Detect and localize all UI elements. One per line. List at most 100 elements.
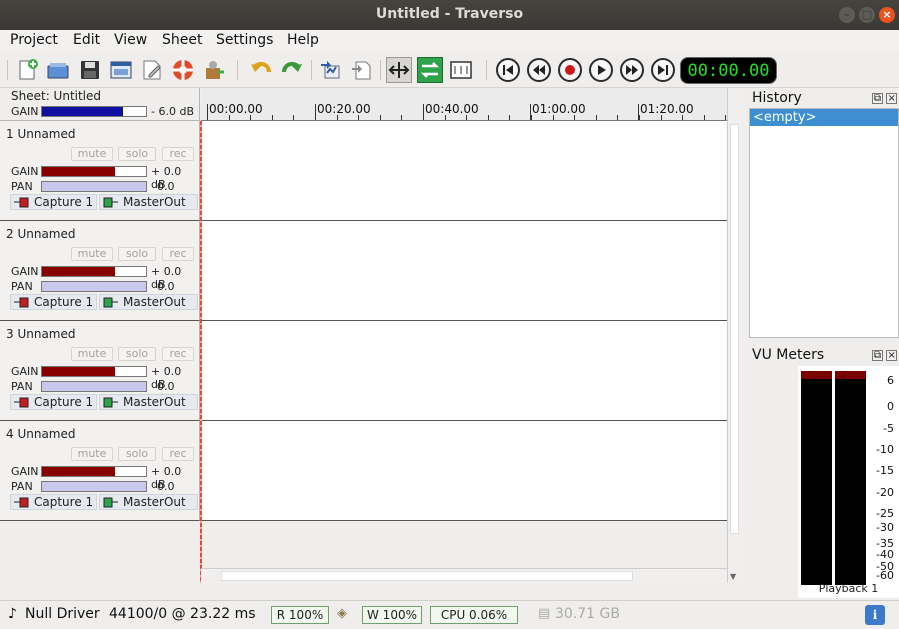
track-name[interactable]: 4 Unnamed <box>6 427 76 441</box>
track-lane[interactable] <box>201 321 727 421</box>
sheet-gain-slider[interactable] <box>41 106 147 117</box>
fast-forward-button[interactable] <box>620 58 644 82</box>
track-pan-slider[interactable] <box>41 281 147 292</box>
input-port-button[interactable]: Capture 1 <box>10 194 97 210</box>
menu-edit[interactable]: Edit <box>73 32 100 48</box>
mute-button[interactable]: mute <box>71 247 113 261</box>
minimize-button[interactable]: – <box>839 7 855 23</box>
vu-scale-label: -15 <box>876 464 894 477</box>
float-icon[interactable]: ⧉ <box>872 93 883 104</box>
mute-button[interactable]: mute <box>71 347 113 361</box>
track-pan-slider[interactable] <box>41 181 147 192</box>
track-gain-slider[interactable] <box>41 266 147 277</box>
menu-help[interactable]: Help <box>287 32 319 48</box>
input-port-button[interactable]: Capture 1 <box>10 394 97 410</box>
rewind-button[interactable] <box>527 58 551 82</box>
rec-button[interactable]: rec <box>162 247 194 261</box>
info-icon[interactable]: i <box>865 605 885 625</box>
vertical-scroll-thumb[interactable] <box>730 124 739 534</box>
history-item[interactable]: <empty> <box>750 109 898 126</box>
mute-button[interactable]: mute <box>71 447 113 461</box>
scroll-down-icon[interactable]: ▼ <box>730 572 736 581</box>
toolbar-separator <box>486 60 487 80</box>
to-start-button[interactable] <box>496 58 520 82</box>
help-lifebuoy-icon[interactable] <box>171 58 195 82</box>
vertical-scrollbar[interactable]: ▼ <box>727 88 741 583</box>
ruler-minor-tick <box>401 115 402 120</box>
track-name[interactable]: 3 Unnamed <box>6 327 76 341</box>
float-icon[interactable]: ⧉ <box>872 350 883 361</box>
snap-icon[interactable] <box>386 57 412 83</box>
new-track-icon[interactable] <box>350 58 374 82</box>
play-button[interactable] <box>589 58 613 82</box>
vu-scale-label: -10 <box>876 443 894 456</box>
new-project-icon[interactable] <box>16 58 40 82</box>
output-port-button[interactable]: MasterOut <box>99 494 198 510</box>
input-port-button[interactable]: Capture 1 <box>10 294 97 310</box>
history-list[interactable]: <empty> <box>749 108 899 338</box>
rec-button[interactable]: rec <box>162 447 194 461</box>
close-button[interactable]: × <box>879 7 895 23</box>
track-header[interactable]: 3 Unnamed mute solo rec GAIN + 0.0 dB PA… <box>0 321 200 421</box>
edit-icon[interactable] <box>140 58 164 82</box>
solo-button[interactable]: solo <box>118 347 156 361</box>
solo-button[interactable]: solo <box>118 247 156 261</box>
to-end-button[interactable] <box>651 58 675 82</box>
record-button[interactable] <box>558 58 582 82</box>
ruler-minor-tick <box>445 115 446 120</box>
track-header[interactable]: 4 Unnamed mute solo rec GAIN + 0.0 dB PA… <box>0 421 200 521</box>
export-icon[interactable] <box>202 58 226 82</box>
menu-project[interactable]: Project <box>10 32 58 48</box>
playhead[interactable] <box>200 121 202 583</box>
solo-button[interactable]: solo <box>118 447 156 461</box>
undo-icon[interactable] <box>249 58 273 82</box>
vu-scale-label: 6 <box>887 374 894 387</box>
history-dock-buttons[interactable]: ⧉ × <box>872 93 898 104</box>
track-gain-slider[interactable] <box>41 166 147 177</box>
close-icon[interactable]: × <box>886 93 898 104</box>
vu-scale-label: -5 <box>883 422 894 435</box>
follow-playhead-icon[interactable] <box>417 57 443 83</box>
import-audio-icon[interactable] <box>319 58 343 82</box>
close-icon[interactable]: × <box>886 350 898 361</box>
disk-icon: ▤ <box>538 606 551 621</box>
track-lane[interactable] <box>201 421 727 521</box>
timeline-ruler[interactable]: 00:00.00 00:20.00 00:40.00 01:00.00 01:20.00 <box>201 88 727 121</box>
menu-view[interactable]: View <box>114 32 147 48</box>
track-gain-slider[interactable] <box>41 366 147 377</box>
solo-button[interactable]: solo <box>118 147 156 161</box>
menu-settings[interactable]: Settings <box>216 32 273 48</box>
output-port-label: MasterOut <box>123 495 186 509</box>
track-header[interactable]: 2 Unnamed mute solo rec GAIN + 0.0 dB PA… <box>0 221 200 321</box>
driver-name[interactable]: Null Driver <box>25 606 100 622</box>
horizontal-scroll-thumb[interactable] <box>221 571 633 581</box>
maximize-button[interactable]: □ <box>859 7 875 23</box>
input-port-button[interactable]: Capture 1 <box>10 494 97 510</box>
mute-button[interactable]: mute <box>71 147 113 161</box>
ruler-minor-tick <box>617 115 618 120</box>
track-name[interactable]: 2 Unnamed <box>6 227 76 241</box>
output-port-button[interactable]: MasterOut <box>99 294 198 310</box>
track-gain-slider[interactable] <box>41 466 147 477</box>
track-pan-slider[interactable] <box>41 381 147 392</box>
output-port-button[interactable]: MasterOut <box>99 394 198 410</box>
markers-icon[interactable] <box>448 57 474 83</box>
track-name[interactable]: 1 Unnamed <box>6 127 76 141</box>
horizontal-scrollbar[interactable] <box>201 568 727 583</box>
track-pan-slider[interactable] <box>41 481 147 492</box>
save-icon[interactable] <box>78 58 102 82</box>
redo-icon[interactable] <box>280 58 304 82</box>
track-lane[interactable] <box>201 221 727 321</box>
vu-scale-label: -25 <box>876 507 894 520</box>
menu-bar: Project Edit View Sheet Settings Help <box>0 30 899 52</box>
open-project-icon[interactable] <box>46 58 70 82</box>
rec-button[interactable]: rec <box>162 347 194 361</box>
output-port-button[interactable]: MasterOut <box>99 194 198 210</box>
menu-sheet[interactable]: Sheet <box>162 32 202 48</box>
track-lane[interactable] <box>201 121 727 221</box>
project-manager-icon[interactable] <box>109 58 133 82</box>
track-header[interactable]: 1 Unnamed mute solo rec GAIN + 0.0 dB PA… <box>0 121 200 221</box>
vu-dock-buttons[interactable]: ⧉ × <box>872 350 898 361</box>
rec-button[interactable]: rec <box>162 147 194 161</box>
ruler-minor-tick <box>315 115 316 120</box>
